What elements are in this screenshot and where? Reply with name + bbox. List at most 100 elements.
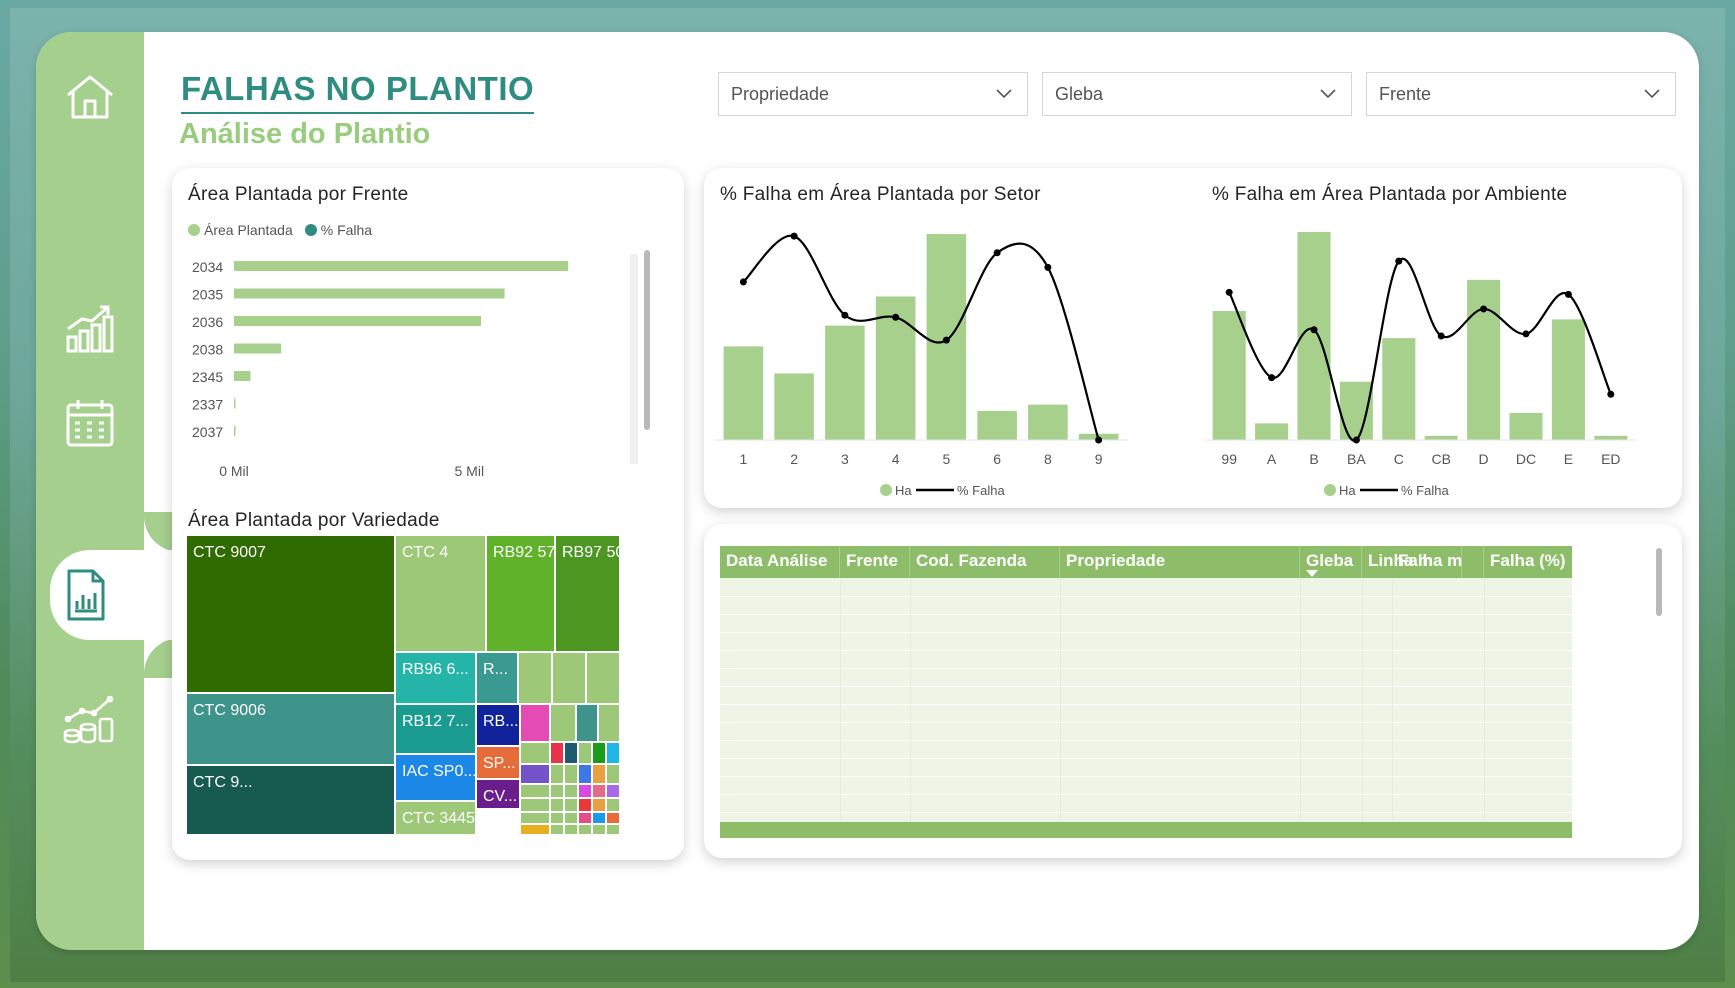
- category-label: 2345: [192, 369, 223, 385]
- nav-home[interactable]: [36, 52, 144, 142]
- bar: [977, 410, 1017, 440]
- card-area-frente: Área Plantada por Frente Área Plantada %…: [172, 168, 684, 860]
- treemap-tile[interactable]: IAC SP0...: [395, 754, 476, 801]
- treemap-tile[interactable]: CTC 4: [395, 535, 486, 652]
- treemap-tile[interactable]: RB96 6...: [395, 652, 476, 704]
- treemap-tile-small[interactable]: [550, 824, 564, 835]
- treemap-tile-small[interactable]: [606, 742, 620, 764]
- treemap-tile-small[interactable]: [598, 704, 620, 742]
- filter-label: Propriedade: [731, 83, 830, 104]
- treemap-tile-small[interactable]: [592, 764, 606, 784]
- treemap-tile-small[interactable]: [586, 652, 620, 704]
- treemap-tile-small[interactable]: [520, 742, 550, 764]
- treemap-tile[interactable]: RB97 5033: [555, 535, 620, 652]
- column-header[interactable]: Data Análise: [720, 546, 840, 578]
- treemap-tile-small[interactable]: [578, 784, 592, 798]
- bar: [1028, 404, 1068, 440]
- treemap-tile-small[interactable]: [550, 742, 564, 764]
- line-point: [1310, 326, 1318, 334]
- line-point: [942, 336, 950, 344]
- filter-frente[interactable]: Frente: [1366, 72, 1676, 116]
- treemap-tile-small[interactable]: [520, 798, 550, 812]
- table-row-divider: [720, 722, 1572, 723]
- table-row-divider: [720, 704, 1572, 705]
- treemap-tile-small[interactable]: [578, 812, 592, 824]
- line-point: [1395, 257, 1403, 265]
- category-label: 2037: [192, 424, 223, 440]
- chart-scrollbar[interactable]: [644, 250, 650, 430]
- treemap-tile-small[interactable]: [564, 742, 578, 764]
- column-header[interactable]: Falha m: [1392, 546, 1484, 578]
- treemap-tile-small[interactable]: [578, 824, 592, 835]
- treemap-tile-small[interactable]: [592, 784, 606, 798]
- treemap-tile-small[interactable]: [518, 652, 552, 704]
- treemap-tile-small[interactable]: [564, 784, 578, 798]
- treemap-tile-small[interactable]: [576, 704, 598, 742]
- treemap-tile-small[interactable]: [520, 764, 550, 784]
- legend-label: % Falha: [320, 222, 373, 238]
- table-row-divider: [720, 596, 1572, 597]
- treemap-tile-small[interactable]: [592, 812, 606, 824]
- nav-growth[interactable]: [36, 284, 144, 374]
- bar: [234, 426, 236, 436]
- treemap-tile[interactable]: RB...: [476, 704, 520, 746]
- treemap-tile[interactable]: RB12 7...: [395, 704, 476, 754]
- filter-label: Gleba: [1055, 83, 1104, 104]
- treemap-tile-small[interactable]: [550, 704, 576, 742]
- treemap-tile-small[interactable]: [550, 764, 564, 784]
- x-tick-label: 9: [1095, 451, 1103, 467]
- bar: [234, 261, 569, 271]
- treemap-tile[interactable]: R...: [476, 652, 518, 704]
- treemap-tile-small[interactable]: [578, 742, 592, 764]
- bar: [1594, 435, 1628, 440]
- treemap-tile-small[interactable]: [550, 812, 564, 824]
- treemap-tile-small[interactable]: [606, 784, 620, 798]
- treemap-tile-small[interactable]: [550, 784, 564, 798]
- treemap-tile-small[interactable]: [564, 812, 578, 824]
- table-row-divider: [720, 686, 1572, 687]
- treemap-tile-small[interactable]: [564, 798, 578, 812]
- nav-report[interactable]: [48, 550, 122, 640]
- treemap-tile[interactable]: SP...: [476, 746, 520, 779]
- treemap-tile[interactable]: CTC 9006: [186, 693, 395, 765]
- column-header[interactable]: Propriedade: [1060, 546, 1300, 578]
- treemap-tile-small[interactable]: [606, 764, 620, 784]
- treemap-tile-small[interactable]: [592, 824, 606, 835]
- treemap-tile-small[interactable]: [606, 824, 620, 835]
- column-header[interactable]: Cod. Fazenda: [910, 546, 1060, 578]
- table-column-divider: [1362, 578, 1363, 838]
- x-tick-label: 6: [993, 451, 1001, 467]
- treemap-tile-small[interactable]: [578, 798, 592, 812]
- treemap-tile-small[interactable]: [550, 798, 564, 812]
- report-canvas: FALHAS NO PLANTIO Análise do Plantio Pro…: [36, 32, 1699, 950]
- treemap-tile-small[interactable]: [520, 704, 550, 742]
- table-row-divider: [720, 614, 1572, 615]
- treemap-tile-small[interactable]: [564, 824, 578, 835]
- column-header[interactable]: Frente: [840, 546, 910, 578]
- line-point: [790, 232, 798, 240]
- nav-finance[interactable]: [36, 672, 144, 762]
- treemap-tile-small[interactable]: [592, 798, 606, 812]
- column-header[interactable]: Falha (%): [1484, 546, 1572, 578]
- treemap-tile[interactable]: CTC 3445: [395, 801, 476, 835]
- treemap-tile[interactable]: CTC 9...: [186, 765, 395, 835]
- treemap-tile-small[interactable]: [564, 764, 578, 784]
- treemap-tile-small[interactable]: [592, 742, 606, 764]
- treemap-tile[interactable]: RB92 579: [486, 535, 555, 652]
- chevron-down-icon: [1644, 89, 1660, 99]
- treemap-tile-small[interactable]: [520, 812, 550, 824]
- table-header: Data Análise Frente Cod. Fazenda Proprie…: [720, 546, 1572, 578]
- treemap-tile-small[interactable]: [520, 784, 550, 798]
- filter-propriedade[interactable]: Propriedade: [718, 72, 1028, 116]
- treemap-tile-small[interactable]: [606, 812, 620, 824]
- treemap-tile-small[interactable]: [578, 764, 592, 784]
- nav-calendar[interactable]: [36, 378, 144, 468]
- filter-gleba[interactable]: Gleba: [1042, 72, 1352, 116]
- treemap-tile[interactable]: CTC 9007: [186, 535, 395, 693]
- treemap-tile-small[interactable]: [552, 652, 586, 704]
- treemap-tile[interactable]: CV...: [476, 779, 520, 809]
- treemap-tile-small[interactable]: [520, 824, 550, 835]
- treemap-tile-small[interactable]: [606, 798, 620, 812]
- x-tick-label: 3: [841, 451, 849, 467]
- table-scrollbar[interactable]: [1656, 548, 1662, 616]
